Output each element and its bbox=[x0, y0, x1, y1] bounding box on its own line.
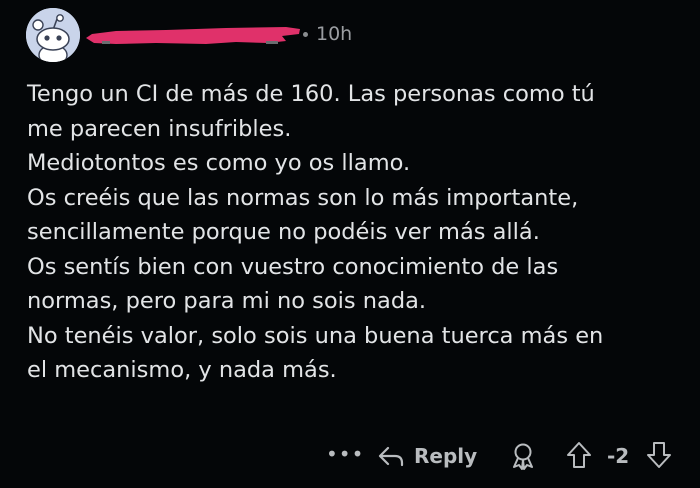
comment-line: me parecen insufribles. bbox=[27, 115, 292, 142]
downvote-arrow-icon bbox=[647, 442, 671, 468]
reply-arrow-icon bbox=[378, 446, 404, 467]
redacted-username bbox=[86, 25, 304, 47]
upvote-button[interactable] bbox=[565, 440, 593, 474]
comment-header: 10h bbox=[26, 8, 686, 62]
reddit-snoo-avatar-icon bbox=[26, 8, 80, 62]
comment-actions: ••• Reply -2 bbox=[0, 436, 700, 476]
reply-button[interactable]: Reply bbox=[378, 440, 477, 472]
more-options-button[interactable]: ••• bbox=[326, 442, 364, 466]
comment-line: Os creéis que las normas son lo más impo… bbox=[27, 184, 579, 211]
comment-line: Os sentís bien con vuestro conocimiento … bbox=[27, 253, 559, 280]
award-icon bbox=[513, 443, 533, 470]
comment-line: Mediotontos es como yo os llamo. bbox=[27, 150, 411, 176]
vote-score: -2 bbox=[607, 444, 630, 468]
comment-body: Tengo un CI de más de 160. Las personas … bbox=[27, 77, 687, 388]
award-button[interactable] bbox=[509, 442, 537, 474]
comment-line: sencillamente porque no podéis ver más a… bbox=[27, 219, 540, 245]
comment-line: Tengo un CI de más de 160. Las personas … bbox=[27, 81, 595, 107]
downvote-button[interactable] bbox=[645, 440, 673, 474]
comment-line: No tenéis valor, solo sois una buena tue… bbox=[27, 322, 604, 349]
reply-label: Reply bbox=[414, 444, 478, 468]
comment-line: normas, pero para mi no sois nada. bbox=[27, 288, 427, 314]
comment-card: 10h Tengo un CI de más de 160. Las perso… bbox=[0, 0, 700, 488]
avatar[interactable] bbox=[26, 8, 80, 62]
comment-line: el mecanismo, y nada más. bbox=[27, 357, 337, 383]
timestamp: 10h bbox=[316, 23, 353, 45]
separator-dot bbox=[303, 32, 308, 37]
upvote-arrow-icon bbox=[567, 442, 591, 468]
